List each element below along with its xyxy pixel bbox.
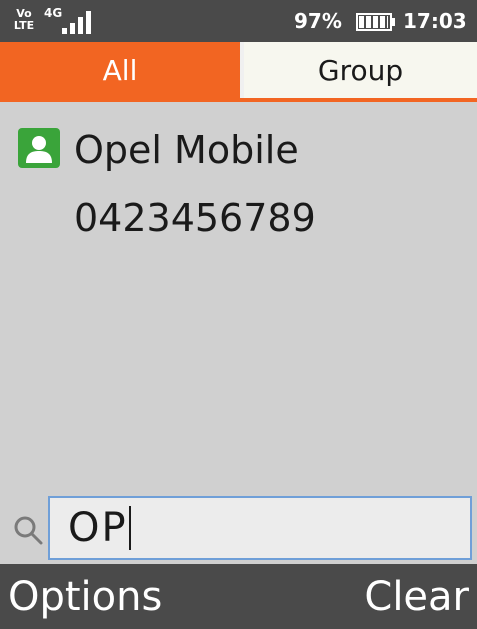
battery-tip [392, 18, 395, 26]
contact-number: 0423456789 [74, 196, 316, 240]
battery-icon [356, 13, 395, 31]
search-input[interactable]: OP [48, 496, 472, 560]
volte-indicator: Vo LTE [10, 8, 38, 34]
phone-screen: Vo LTE 4G 97% 17:03 All Group Opel Mobil… [0, 0, 477, 629]
search-bar: OP [0, 494, 477, 564]
status-bar: Vo LTE 4G 97% 17:03 [0, 0, 477, 42]
contact-icon [18, 128, 60, 168]
softkey-bar: Options Clear [0, 564, 477, 629]
network-type: 4G [44, 6, 63, 20]
tab-all[interactable]: All [0, 42, 240, 98]
contact-list: Opel Mobile 0423456789 [0, 106, 477, 494]
clear-softkey[interactable]: Clear [364, 572, 469, 622]
volte-bottom-label: LTE [13, 19, 35, 32]
options-softkey[interactable]: Options [8, 572, 162, 622]
search-query: OP [68, 505, 128, 551]
tab-group[interactable]: Group [244, 42, 477, 98]
signal-bar [62, 28, 67, 34]
signal-bar [70, 23, 75, 34]
contact-name: Opel Mobile [74, 128, 299, 172]
battery-fill [359, 16, 388, 28]
text-cursor [128, 506, 131, 550]
search-icon [8, 508, 48, 552]
signal-bar [86, 11, 91, 34]
signal-bar [78, 17, 83, 34]
clock: 17:03 [403, 9, 467, 33]
tab-bar: All Group [0, 42, 477, 102]
signal-strength-icon [62, 10, 96, 34]
battery-percent: 97% [294, 9, 342, 33]
